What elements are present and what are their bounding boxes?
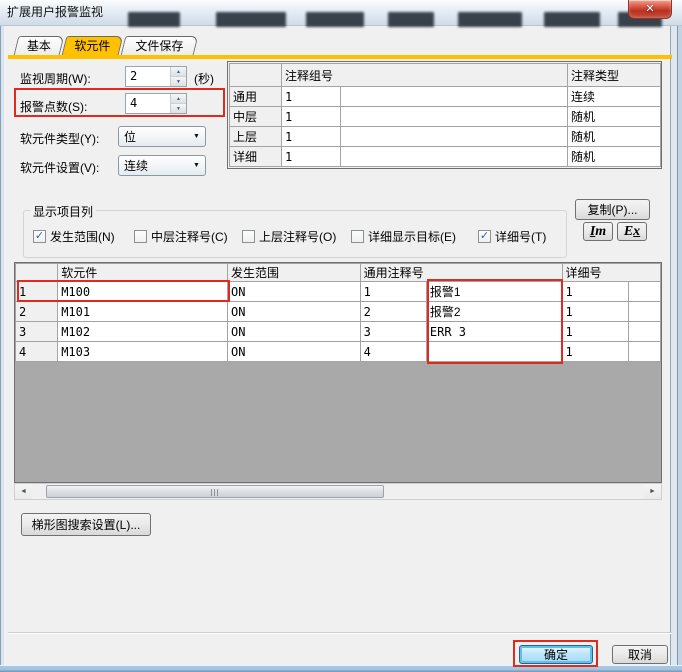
spin-down-icon[interactable]: ▼ <box>171 104 186 113</box>
device-type-label: 软元件类型(Y): <box>20 130 99 147</box>
device-type-select[interactable]: 位 ▼ <box>118 126 206 147</box>
window-frame-right <box>670 26 682 667</box>
spin-up-icon[interactable]: ▲ <box>171 94 186 104</box>
checkbox-detail-display-target[interactable]: ✓ 详细显示目标(E) <box>351 229 456 243</box>
device-setting-label: 软元件设置(V): <box>20 159 99 176</box>
close-icon: ✕ <box>645 4 654 15</box>
dialog-extended-user-alarm-monitor: 扩展用户报警监视 ✕ 基本 软元件 文件保存 监视周期(W): 2 ▲ ▼ (秒… <box>0 0 682 672</box>
checkbox-detail-no[interactable]: ✓ 详细号(T) <box>478 229 546 243</box>
cancel-button[interactable]: 取消 <box>612 645 668 664</box>
ok-button[interactable]: 确定 <box>519 645 593 664</box>
checkbox-upper-comment-no[interactable]: ✓ 上层注释号(O) <box>242 229 336 243</box>
alarm-points-input[interactable]: 4 ▲ ▼ <box>125 93 187 114</box>
scrollbar-track[interactable] <box>32 484 644 499</box>
close-button[interactable]: ✕ <box>628 0 672 19</box>
device-table-area: 软元件 发生范围 通用注释号 详细号 1 M100 ON 1 报警1 1 2 M… <box>14 262 662 483</box>
checkbox-box: ✓ <box>478 230 491 243</box>
import-button[interactable]: Im <box>583 222 613 241</box>
scroll-right-icon[interactable]: ► <box>644 484 661 499</box>
device-table-header-comment-no: 通用注释号 <box>360 264 562 282</box>
checkbox-box: ✓ <box>242 230 255 243</box>
checkbox-occurrence-range[interactable]: ✓ 发生范围(N) <box>33 229 115 243</box>
comment-table-corner <box>230 64 282 87</box>
scrollbar-thumb[interactable] <box>46 485 384 498</box>
window-title: 扩展用户报警监视 <box>7 3 103 20</box>
window-frame-bottom <box>0 665 682 672</box>
tab-basic[interactable]: 基本 <box>14 36 65 55</box>
tab-accent-bar <box>8 55 672 59</box>
monitor-cycle-unit: (秒) <box>194 70 214 87</box>
device-table-header-range: 发生范围 <box>227 264 360 282</box>
comment-table-header-type: 注释类型 <box>568 64 661 87</box>
scroll-left-icon[interactable]: ◄ <box>15 484 32 499</box>
scrollbar-grip <box>211 489 219 496</box>
horizontal-scrollbar[interactable]: ◄ ► <box>14 483 662 500</box>
window-frame-left <box>0 26 4 667</box>
alarm-points-label: 报警点数(S): <box>20 98 87 115</box>
table-row: 通用 1 连续 <box>230 87 661 107</box>
monitor-cycle-input[interactable]: 2 ▲ ▼ <box>125 66 187 87</box>
table-row: 3 M102 ON 3 ERR 3 1 <box>16 322 661 342</box>
tab-file-save[interactable]: 文件保存 <box>121 36 199 55</box>
checkbox-middle-comment-no[interactable]: ✓ 中层注释号(C) <box>134 229 228 243</box>
copy-button[interactable]: 复制(P)... <box>575 199 650 220</box>
background-window-artifact <box>120 12 676 27</box>
device-table-corner <box>16 264 58 282</box>
checkbox-box: ✓ <box>134 230 147 243</box>
checkbox-box: ✓ <box>351 230 364 243</box>
export-button[interactable]: Ex <box>617 222 647 241</box>
spin-down-icon[interactable]: ▼ <box>171 77 186 86</box>
spin-up-icon[interactable]: ▲ <box>171 67 186 77</box>
check-icon: ✓ <box>480 231 489 241</box>
device-table-header-detail-no: 详细号 <box>562 264 661 282</box>
focused-cell[interactable]: ERR 3 <box>426 322 562 342</box>
ladder-search-settings-button[interactable]: 梯形图搜索设置(L)... <box>21 513 151 536</box>
chevron-down-icon: ▼ <box>188 162 205 169</box>
comment-group-table: 注释组号 注释类型 通用 1 连续 中层 1 随机 上层 1 随机 <box>227 61 662 169</box>
display-items-group-label: 显示项目列 <box>30 203 96 220</box>
table-row: 上层 1 随机 <box>230 127 661 147</box>
check-icon: ✓ <box>35 231 44 241</box>
title-bar: 扩展用户报警监视 <box>0 0 682 26</box>
tab-device[interactable]: 软元件 <box>62 36 124 55</box>
separator <box>8 632 672 634</box>
device-table-header-device: 软元件 <box>58 264 228 282</box>
table-row: 4 M103 ON 4 1 <box>16 342 661 362</box>
table-row: 1 M100 ON 1 报警1 1 <box>16 282 661 302</box>
monitor-cycle-label: 监视周期(W): <box>20 70 91 87</box>
device-setting-select[interactable]: 连续 ▼ <box>118 155 206 176</box>
table-row: 2 M101 ON 2 报警2 1 <box>16 302 661 322</box>
table-row: 详细 1 随机 <box>230 147 661 167</box>
comment-table-header-group-no: 注释组号 <box>282 64 568 87</box>
checkbox-box: ✓ <box>33 230 46 243</box>
table-row: 中层 1 随机 <box>230 107 661 127</box>
chevron-down-icon: ▼ <box>188 133 205 140</box>
